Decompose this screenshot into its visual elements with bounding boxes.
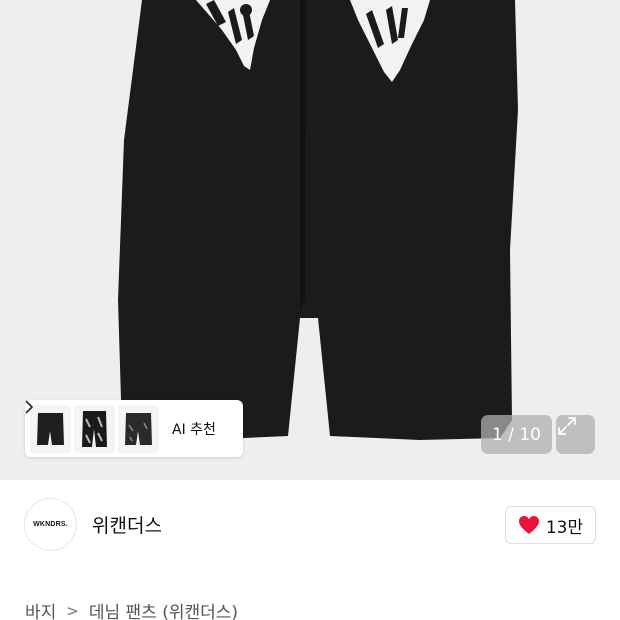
breadcrumb-separator: > xyxy=(66,601,79,620)
like-button[interactable]: 13만 xyxy=(505,506,596,544)
brand-row: WKNDRS. 위캔더스 13만 xyxy=(0,480,620,570)
ai-recommend-label: AI 추천 xyxy=(172,421,216,438)
thumbnail-1[interactable] xyxy=(30,404,71,453)
breadcrumb-category[interactable]: 바지 xyxy=(25,598,56,620)
brand-logo[interactable]: WKNDRS. xyxy=(24,498,77,551)
thumbnail-2[interactable] xyxy=(74,404,115,453)
expand-diagonal-icon xyxy=(558,417,576,435)
product-image-gallery[interactable]: AI 추천 1 / 10 xyxy=(0,0,620,480)
expand-image-button[interactable] xyxy=(556,415,595,454)
breadcrumb-subcategory[interactable]: 데님 팬츠 (위캔더스) xyxy=(89,598,238,620)
image-counter: 1 / 10 xyxy=(481,415,552,454)
breadcrumb: 바지 > 데님 팬츠 (위캔더스) xyxy=(25,598,238,620)
like-count: 13만 xyxy=(545,517,584,538)
thumbnail-3[interactable] xyxy=(118,404,159,453)
brand-name[interactable]: 위캔더스 xyxy=(92,511,162,538)
heart-icon xyxy=(518,516,539,534)
ai-recommend-button[interactable]: AI 추천 xyxy=(25,400,243,457)
